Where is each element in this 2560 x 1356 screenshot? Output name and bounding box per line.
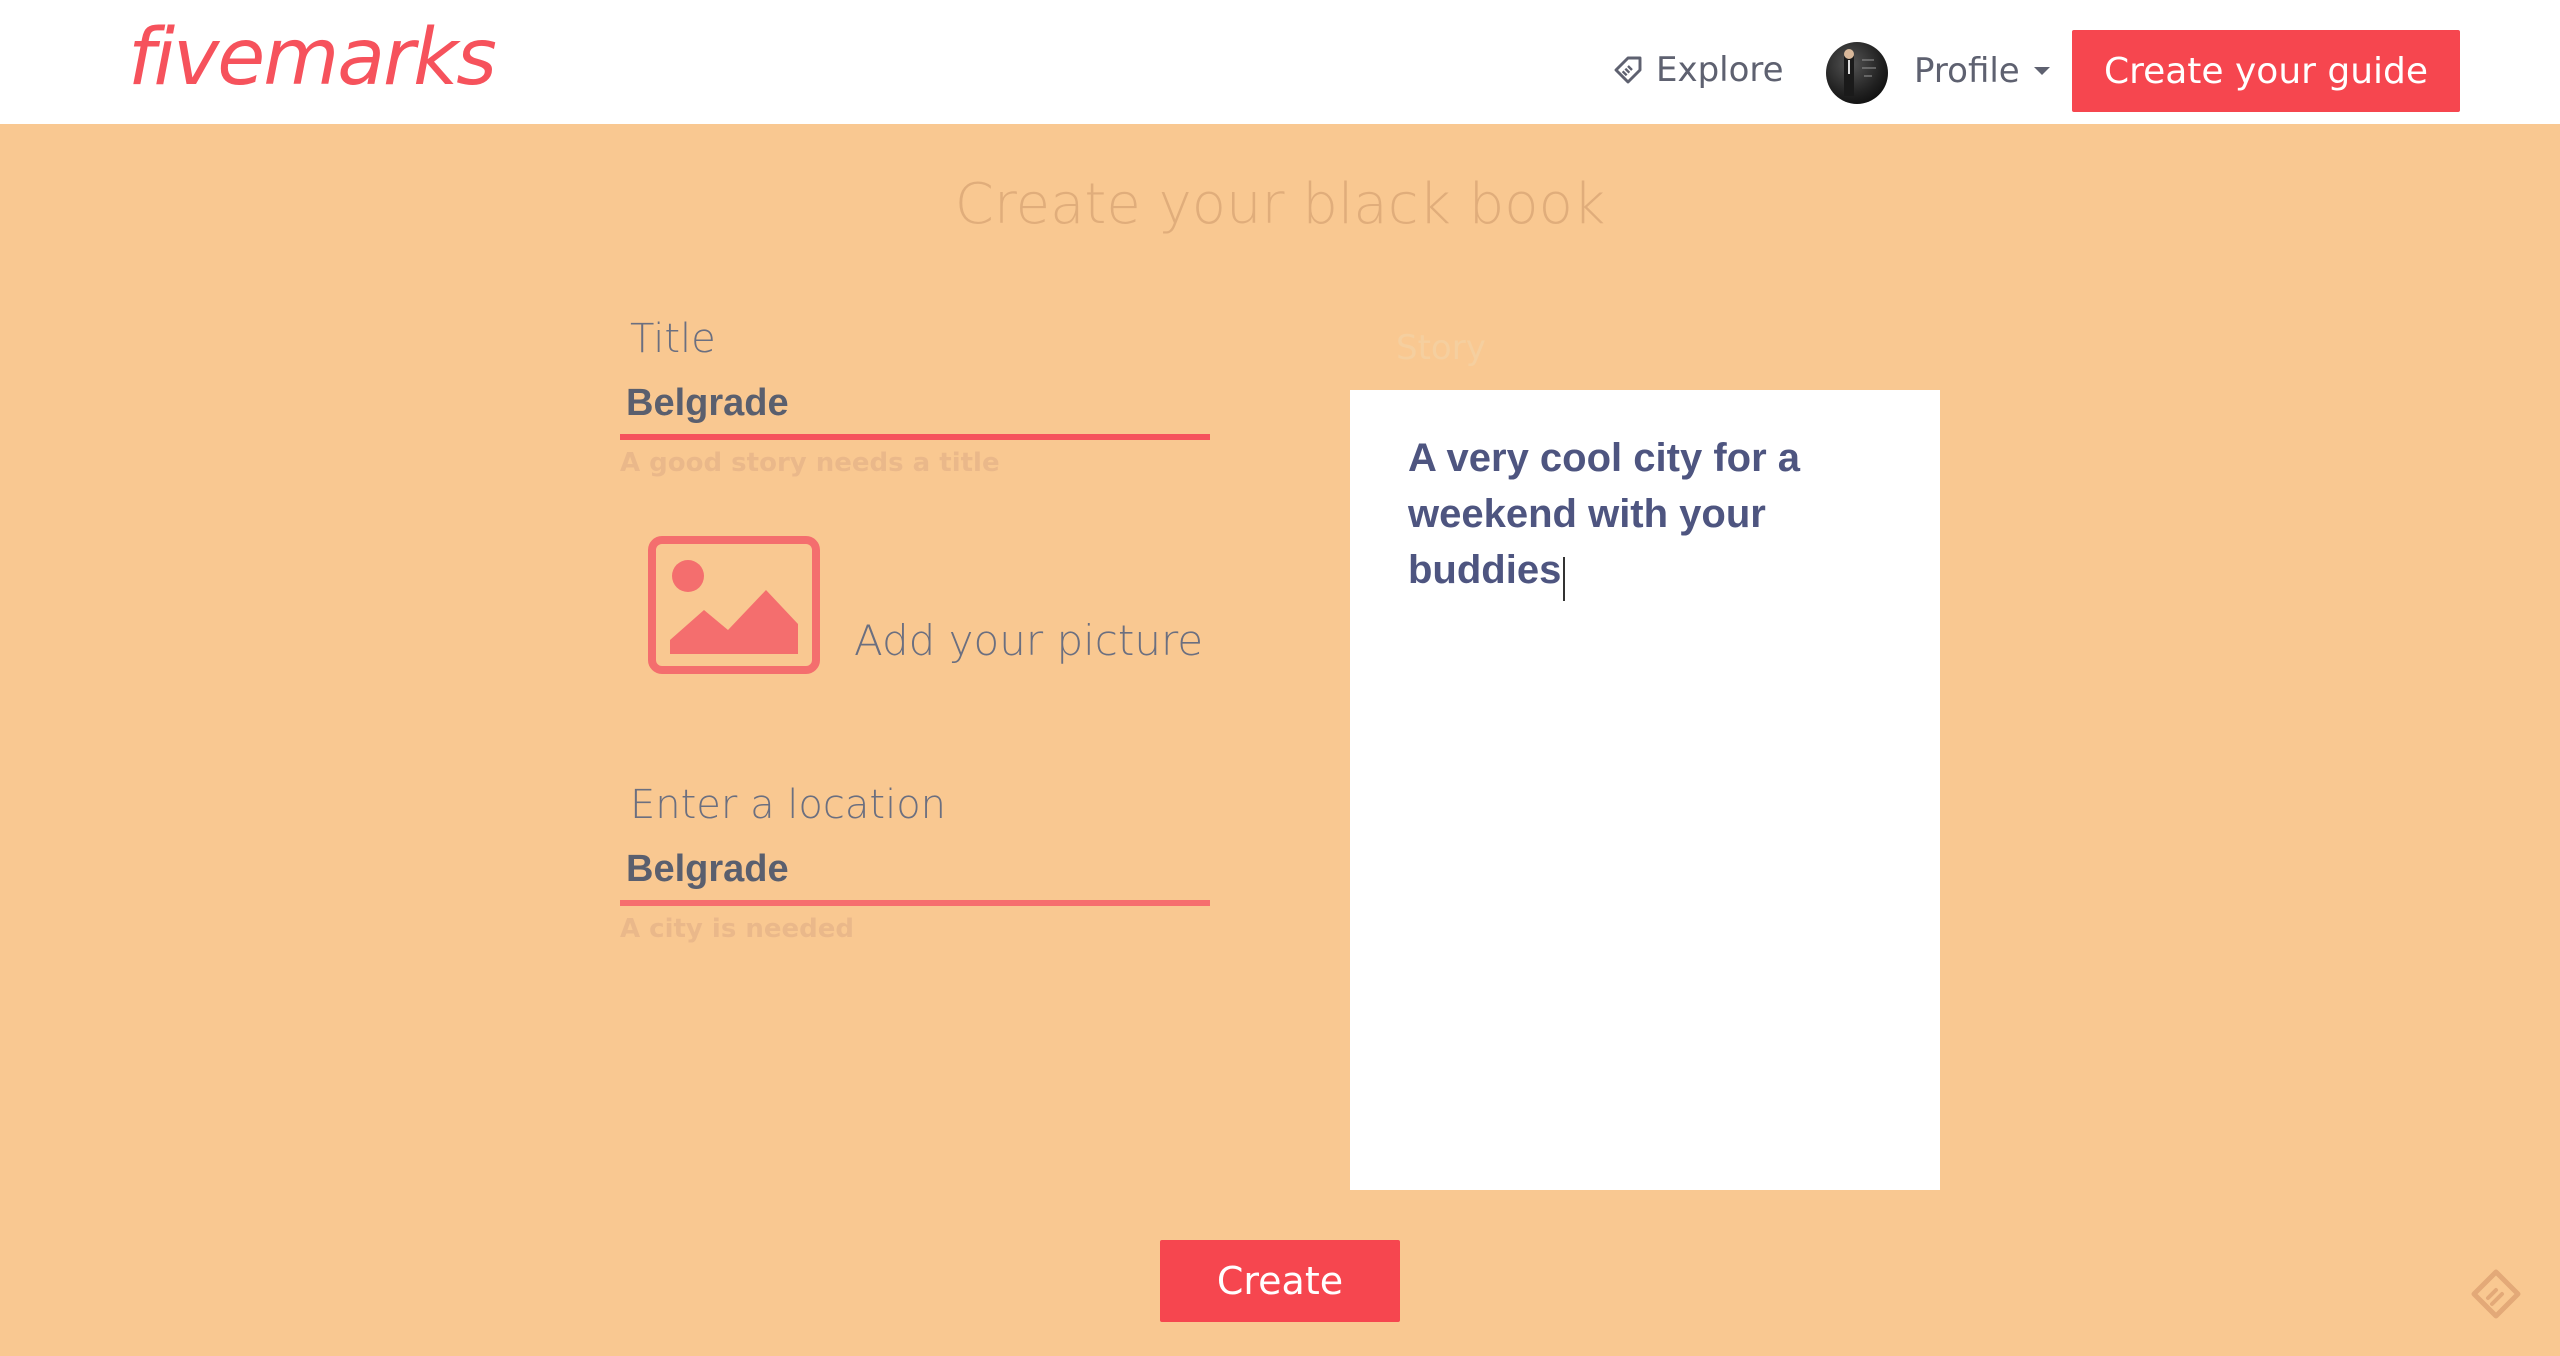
story-text: A very cool city for a weekend with your… [1408,436,1800,592]
tag-icon [1614,56,1642,84]
story-textarea[interactable]: A very cool city for a weekend with your… [1350,390,1940,1190]
profile-dropdown[interactable]: Profile [1914,40,2050,102]
location-label: Enter a location [630,782,947,828]
title-label: Title [630,316,716,362]
explore-label: Explore [1656,50,1784,90]
create-guide-button[interactable]: Create your guide [2072,30,2460,112]
story-label: Story [1396,328,1486,368]
page-title: Create your black book [954,172,1606,237]
text-cursor [1563,556,1566,601]
location-input[interactable] [620,838,1210,906]
title-input[interactable] [620,372,1210,440]
location-hint: A city is needed [620,914,854,944]
title-hint: A good story needs a title [620,448,1000,478]
profile-label: Profile [1914,51,2020,91]
fivemarks-logo[interactable]: fivemarks [128,8,497,108]
feedly-icon[interactable] [2468,1266,2524,1322]
image-icon[interactable] [648,536,820,674]
create-button[interactable]: Create [1160,1240,1400,1322]
avatar-photo [1844,49,1876,96]
add-picture-label[interactable]: Add your picture [854,616,1203,665]
caret-down-icon [2033,67,2050,75]
avatar[interactable] [1826,42,1888,104]
explore-link[interactable]: Explore [1612,40,1784,100]
top-navbar: fivemarks Explore Profile Create your gu… [0,0,2560,124]
